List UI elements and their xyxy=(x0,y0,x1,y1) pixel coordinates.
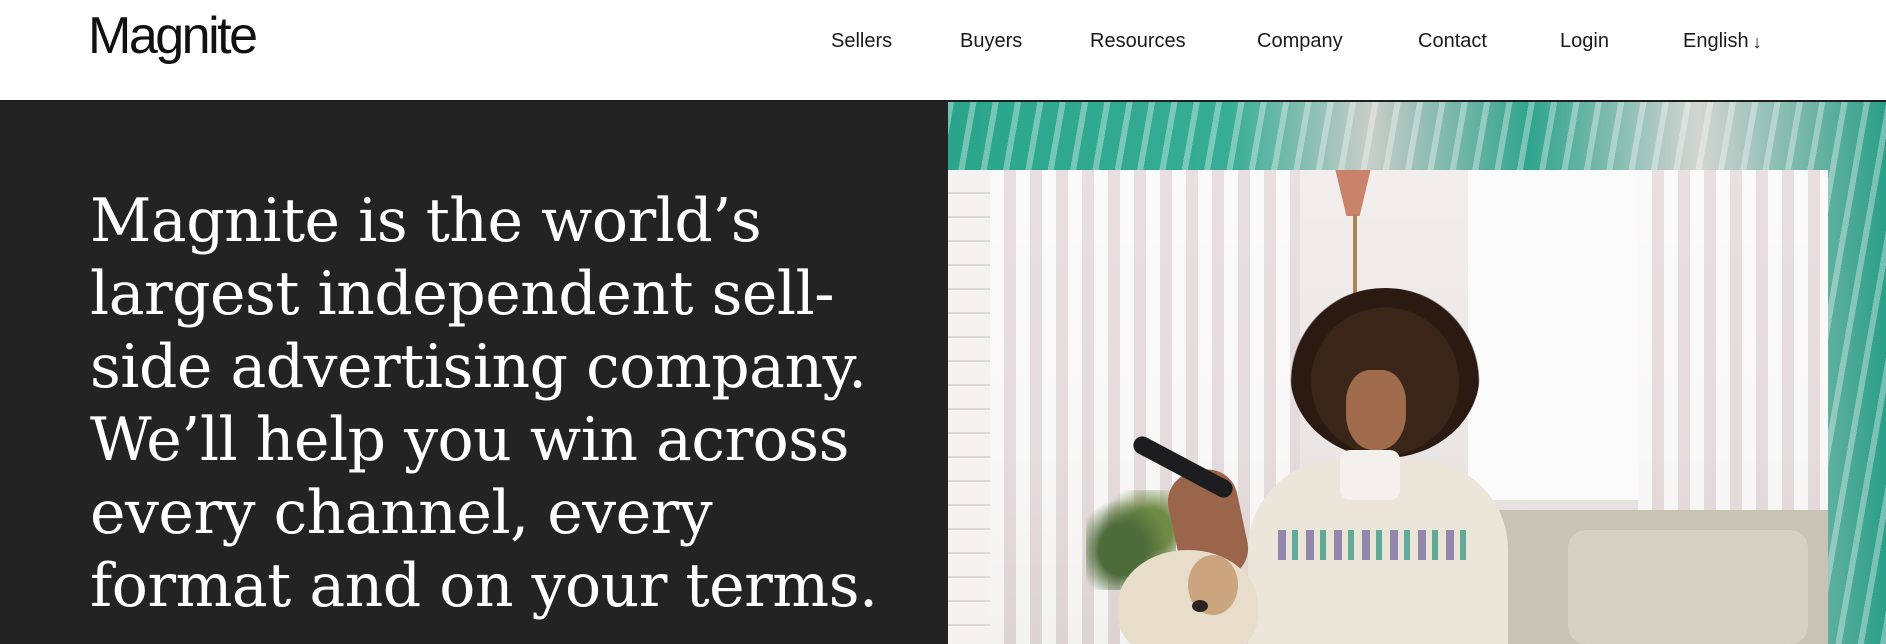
person-turtleneck xyxy=(1340,450,1400,500)
sweater-pattern xyxy=(1278,530,1468,560)
arrow-down-icon: ↓ xyxy=(1752,32,1762,52)
site-header: Magnite Sellers Buyers Resources Company… xyxy=(0,0,1886,102)
nav-link-resources[interactable]: Resources xyxy=(1090,29,1186,53)
nav-link-company[interactable]: Company xyxy=(1257,29,1343,53)
magnite-logo[interactable]: Magnite xyxy=(88,10,258,62)
language-label: English xyxy=(1683,30,1749,52)
sofa-cushion xyxy=(1568,530,1808,644)
brick-wall xyxy=(948,170,990,644)
nav-link-contact[interactable]: Contact xyxy=(1418,29,1487,53)
nav-link-sellers[interactable]: Sellers xyxy=(831,29,892,53)
hero-text-panel: Magnite is the world’s largest independe… xyxy=(0,102,948,644)
dog-nose xyxy=(1192,600,1208,612)
planter-rope xyxy=(1353,214,1357,294)
nav-link-buyers[interactable]: Buyers xyxy=(960,29,1022,53)
hanging-planter xyxy=(1335,170,1371,216)
window-light xyxy=(1468,170,1638,500)
language-selector[interactable]: English ↓ xyxy=(1683,29,1762,54)
hero-photo xyxy=(948,170,1828,644)
hero-heading: Magnite is the world’s largest independe… xyxy=(90,186,878,621)
person-face xyxy=(1346,370,1406,450)
hero-image-panel xyxy=(948,102,1886,644)
nav-link-login[interactable]: Login xyxy=(1560,29,1609,53)
